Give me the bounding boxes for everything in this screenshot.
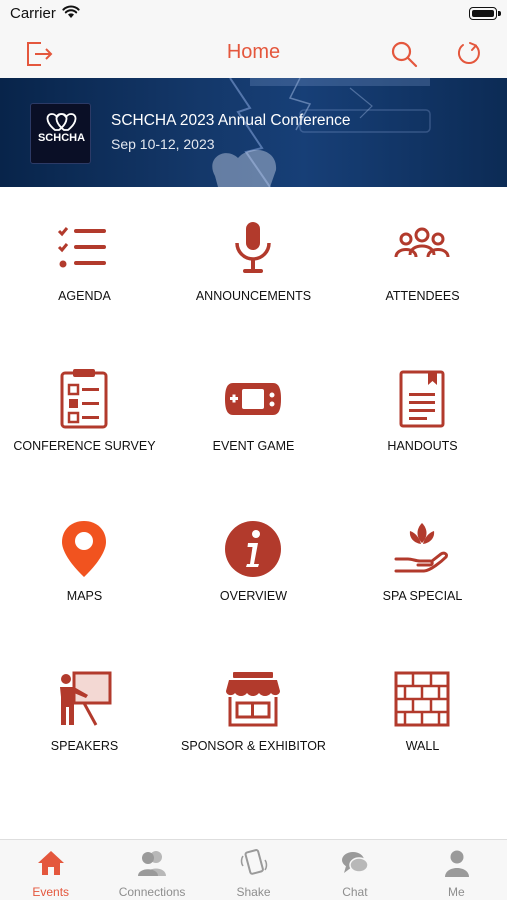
tab-bar: Events Connections Shake Chat Me (0, 839, 507, 900)
logo-wordmark: SCHCHA (37, 132, 86, 144)
tab-me[interactable]: Me (406, 840, 507, 900)
search-icon (391, 41, 418, 68)
tab-label: Events (32, 885, 70, 899)
tile-label: SPA SPECIAL (382, 589, 463, 603)
tab-shake[interactable]: Shake (203, 840, 304, 900)
event-banner[interactable]: SCHCHA SCHCHA 2023 Annual Conference Sep… (0, 78, 507, 187)
lotus-hand-icon (394, 523, 448, 573)
battery-tip (498, 11, 501, 16)
attendees-icon (394, 227, 450, 258)
refresh-button[interactable] (452, 37, 486, 71)
tile-conference-survey[interactable]: CONFERENCE SURVEY (0, 337, 169, 487)
tile-label: CONFERENCE SURVEY (13, 439, 156, 453)
event-dates: Sep 10-12, 2023 (111, 136, 215, 152)
feature-grid: AGENDA ANNOUNCEMENTS ATTENDEES CONFERENC… (0, 187, 507, 839)
page-title: Home (226, 41, 281, 63)
tile-sponsor-exhibitor[interactable]: SPONSOR & EXHIBITOR (169, 637, 338, 787)
shake-phone-icon (240, 849, 268, 875)
speaker-presenter-icon (60, 671, 112, 726)
tile-label: WALL (405, 739, 440, 753)
tile-label: AGENDA (58, 289, 111, 303)
chat-bubble-icon (342, 852, 369, 873)
status-bar: Carrier (0, 0, 507, 30)
tab-chat[interactable]: Chat (304, 840, 405, 900)
tile-handouts[interactable]: HANDOUTS (338, 337, 507, 487)
tab-label: Shake (236, 885, 271, 899)
nav-bar: Home (0, 30, 507, 78)
tile-overview[interactable]: OVERVIEW (169, 487, 338, 637)
tile-agenda[interactable]: AGENDA (0, 187, 169, 337)
tile-label: ATTENDEES (385, 289, 460, 303)
tab-label: Chat (342, 885, 368, 899)
wifi-icon (62, 5, 80, 18)
tile-attendees[interactable]: ATTENDEES (338, 187, 507, 337)
tile-label: OVERVIEW (219, 589, 288, 603)
tile-label: EVENT GAME (212, 439, 295, 453)
brick-wall-icon (394, 671, 450, 727)
tab-connections[interactable]: Connections (101, 840, 202, 900)
tile-label: SPONSOR & EXHIBITOR (181, 739, 326, 753)
storefront-icon (226, 672, 280, 727)
tile-event-game[interactable]: EVENT GAME (169, 337, 338, 487)
tab-label: Me (447, 885, 465, 899)
microphone-icon (235, 222, 271, 273)
document-icon (399, 370, 445, 428)
home-icon (38, 851, 64, 875)
tile-announcements[interactable]: ANNOUNCEMENTS (169, 187, 338, 337)
tab-events[interactable]: Events (0, 840, 101, 900)
tile-label: SPEAKERS (50, 739, 119, 753)
battery-icon (469, 7, 497, 20)
event-name: SCHCHA 2023 Annual Conference (111, 112, 351, 129)
people-icon (138, 851, 167, 876)
tile-speakers[interactable]: SPEAKERS (0, 637, 169, 787)
tab-label: Connections (118, 885, 186, 899)
refresh-icon (457, 42, 480, 65)
event-logo: SCHCHA (30, 103, 91, 164)
search-button[interactable] (387, 37, 421, 71)
game-console-icon (225, 383, 281, 415)
tile-label: HANDOUTS (387, 439, 458, 453)
tile-label: MAPS (66, 589, 103, 603)
info-icon (225, 521, 281, 577)
map-pin-icon (62, 521, 106, 577)
person-icon (444, 850, 469, 877)
tile-spa-special[interactable]: SPA SPECIAL (338, 487, 507, 637)
carrier-label: Carrier (10, 5, 56, 22)
tile-wall[interactable]: WALL (338, 637, 507, 787)
clipboard-icon (60, 369, 108, 429)
tile-label: ANNOUNCEMENTS (195, 289, 312, 303)
agenda-list-icon (57, 227, 106, 268)
tile-maps[interactable]: MAPS (0, 487, 169, 637)
